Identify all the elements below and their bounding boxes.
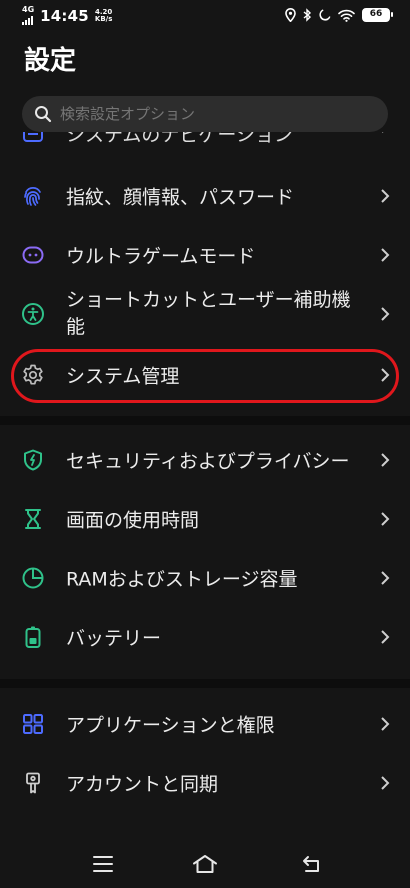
navigation-bar bbox=[0, 840, 410, 888]
back-icon[interactable] bbox=[300, 854, 324, 874]
moon-icon bbox=[319, 9, 331, 21]
chevron-right-icon bbox=[381, 717, 390, 731]
speed-unit: KB/s bbox=[94, 14, 113, 23]
list-item-label: 画面の使用時間 bbox=[66, 509, 200, 532]
section-divider bbox=[0, 416, 410, 425]
status-bar: 4G 14:45 4.20 KB/s 66 bbox=[0, 0, 410, 34]
signal-indicator: 4G bbox=[22, 6, 34, 25]
chevron-right-icon bbox=[381, 248, 390, 262]
list-item-label: ウルトラゲームモード bbox=[66, 245, 256, 268]
list-item-battery[interactable]: バッテリー bbox=[0, 608, 410, 666]
search-bar[interactable] bbox=[22, 96, 388, 132]
list-item-label: 指紋、顔情報、パスワード bbox=[66, 186, 295, 209]
search-icon bbox=[35, 106, 52, 123]
list-item-ultra-game-mode[interactable]: ウルトラゲームモード bbox=[0, 226, 410, 284]
network-type: 4G bbox=[22, 5, 35, 14]
list-item-label: アカウントと同期 bbox=[66, 773, 219, 796]
network-speed: 4.20 KB/s bbox=[94, 8, 113, 23]
status-left: 4G 14:45 4.20 KB/s bbox=[22, 6, 112, 25]
apps-grid-icon bbox=[23, 714, 43, 734]
chevron-right-icon bbox=[382, 132, 384, 133]
clock: 14:45 bbox=[40, 6, 89, 25]
page-title: 設定 bbox=[24, 46, 77, 76]
list-item-system-management[interactable]: システム管理 bbox=[0, 346, 410, 404]
list-item-label: アプリケーションと権限 bbox=[66, 714, 275, 737]
list-item-label: システム管理 bbox=[66, 365, 180, 388]
list-item-shortcuts-accessibility[interactable]: ショートカットとユーザー補助機能 bbox=[0, 284, 410, 344]
accessibility-icon bbox=[22, 303, 44, 325]
signal-icon bbox=[22, 15, 33, 25]
chevron-right-icon bbox=[381, 571, 390, 585]
chevron-right-icon bbox=[381, 512, 390, 526]
battery-icon: 66 bbox=[362, 8, 393, 22]
battery-icon bbox=[25, 626, 41, 648]
fingerprint-icon bbox=[24, 187, 41, 206]
pie-chart-icon bbox=[22, 567, 44, 589]
bluetooth-icon bbox=[303, 8, 312, 22]
wifi-icon bbox=[338, 9, 355, 22]
chevron-right-icon bbox=[381, 453, 390, 467]
shield-icon bbox=[24, 449, 42, 471]
chevron-right-icon bbox=[381, 630, 390, 644]
list-item-label: バッテリー bbox=[66, 627, 162, 650]
list-item-security-privacy[interactable]: セキュリティおよびプライバシー bbox=[0, 431, 410, 489]
menu-icon[interactable] bbox=[92, 854, 114, 874]
chevron-right-icon bbox=[381, 189, 390, 203]
home-icon[interactable] bbox=[192, 854, 218, 874]
chevron-right-icon bbox=[381, 368, 390, 382]
hourglass-icon bbox=[25, 509, 41, 529]
status-right: 66 bbox=[285, 8, 393, 22]
list-item-accounts-sync[interactable]: アカウントと同期 bbox=[0, 754, 410, 812]
gear-icon bbox=[23, 364, 43, 385]
chevron-right-icon bbox=[381, 307, 390, 321]
list-item-apps-permissions[interactable]: アプリケーションと権限 bbox=[0, 695, 410, 753]
list-item-fingerprint-face-password[interactable]: 指紋、顔情報、パスワード bbox=[0, 167, 410, 225]
section-divider bbox=[0, 679, 410, 688]
list-item-label: RAMおよびストレージ容量 bbox=[66, 568, 298, 591]
list-item-label: セキュリティおよびプライバシー bbox=[66, 450, 350, 473]
battery-level: 66 bbox=[369, 9, 383, 19]
list-item-label: ショートカットとユーザー補助機能 bbox=[66, 289, 351, 338]
list-item-screen-time[interactable]: 画面の使用時間 bbox=[0, 490, 410, 548]
game-controller-icon bbox=[22, 246, 44, 264]
list-item-label: システムのナビゲーション bbox=[66, 132, 294, 146]
account-key-icon bbox=[26, 772, 40, 794]
search-input[interactable] bbox=[60, 105, 254, 123]
chevron-right-icon bbox=[381, 776, 390, 790]
navigation-icon bbox=[23, 132, 43, 142]
list-item-system-navigation[interactable]: システムのナビゲーション bbox=[0, 132, 410, 150]
list-item-ram-storage[interactable]: RAMおよびストレージ容量 bbox=[0, 549, 410, 607]
location-icon bbox=[285, 8, 296, 22]
